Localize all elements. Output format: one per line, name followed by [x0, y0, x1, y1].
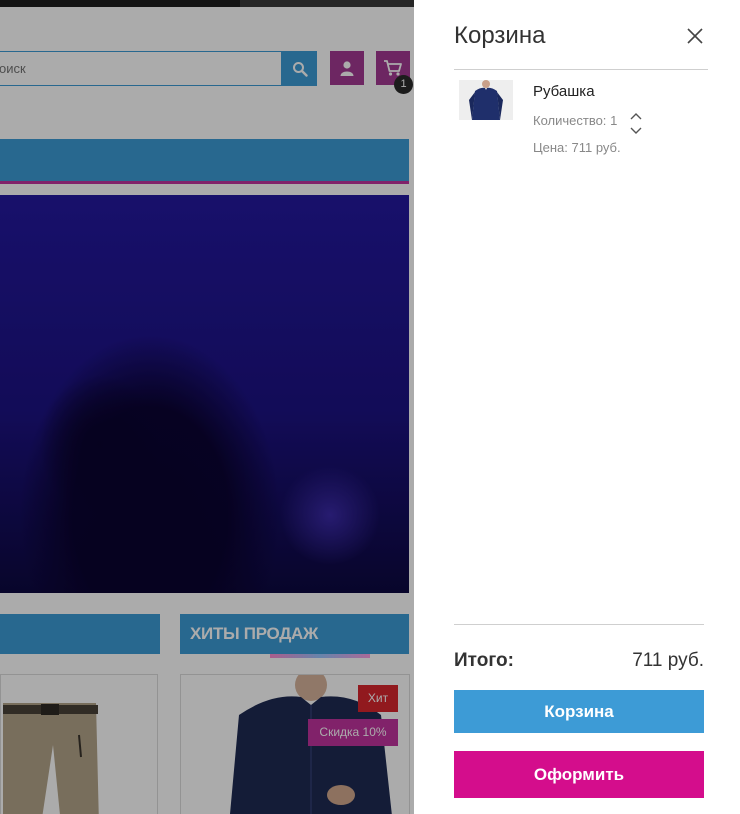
quantity-decrease-button[interactable] — [629, 123, 643, 134]
quantity-increase-button[interactable] — [629, 108, 643, 120]
shirt-thumbnail-image — [459, 80, 513, 120]
hero-banner-image[interactable] — [0, 195, 409, 658]
account-button[interactable] — [330, 51, 364, 85]
chevron-up-icon — [630, 113, 642, 120]
product-card[interactable] — [0, 674, 158, 814]
item-quantity: Количество: 1 — [533, 113, 617, 128]
quantity-label: Количество: — [533, 113, 607, 128]
discount-badge: Скидка 10% — [308, 719, 398, 746]
item-thumbnail[interactable] — [459, 80, 513, 120]
background-page: 1 ХИТЫ ПРОДАЖ Хит Скидка 10% — [0, 0, 414, 814]
search-button[interactable] — [282, 51, 317, 86]
close-icon — [687, 28, 703, 44]
user-icon — [340, 61, 354, 76]
cart-count-badge: 1 — [394, 75, 413, 94]
divider — [454, 624, 704, 625]
nav-bar[interactable] — [0, 139, 409, 184]
search-input[interactable] — [0, 52, 281, 85]
search-icon — [292, 61, 308, 77]
cart-panel-title: Корзина — [454, 22, 546, 49]
close-button[interactable] — [684, 25, 706, 47]
item-name[interactable]: Рубашка — [533, 83, 595, 100]
item-price: Цена: 711 руб. — [533, 140, 621, 155]
total-label: Итого: — [454, 650, 514, 671]
search-field[interactable] — [0, 51, 282, 86]
cart-icon — [384, 60, 402, 76]
section-header-hits: ХИТЫ ПРОДАЖ — [180, 614, 409, 654]
checkout-button[interactable]: Оформить — [454, 751, 704, 798]
top-bar — [0, 0, 414, 7]
pants-image — [3, 703, 99, 814]
chevron-down-icon — [630, 127, 642, 134]
cart-panel: Корзина Рубашка Количество: 1 Цена: 711 … — [414, 0, 740, 814]
hit-badge: Хит — [358, 685, 398, 712]
total-value: 711 руб. — [632, 650, 704, 671]
divider — [454, 69, 708, 70]
go-to-cart-button[interactable]: Корзина — [454, 690, 704, 733]
quantity-value: 1 — [610, 113, 618, 128]
section-header-left — [0, 614, 160, 654]
